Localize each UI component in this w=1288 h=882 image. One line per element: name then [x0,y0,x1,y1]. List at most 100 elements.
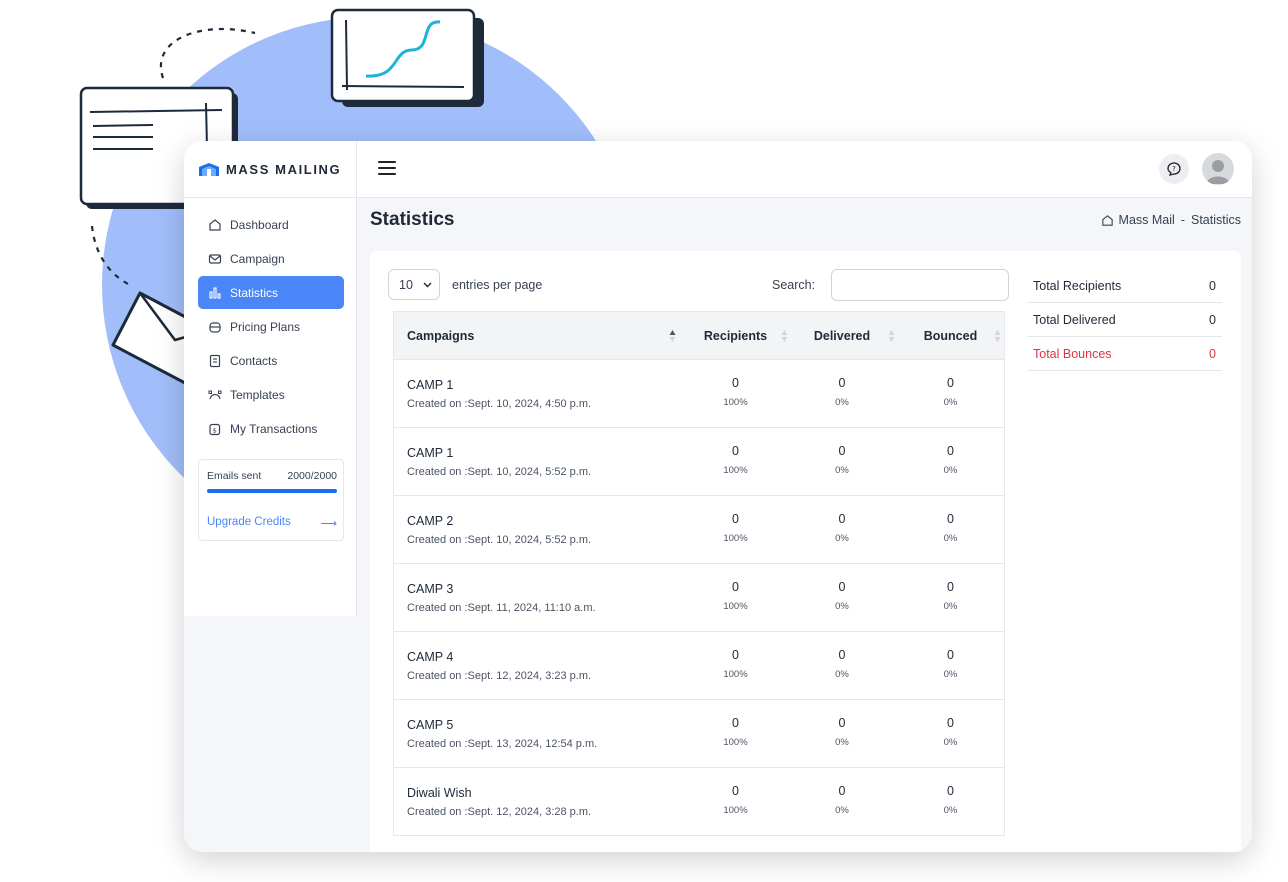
campaign-cell: CAMP 5 Created on :Sept. 13, 2024, 12:54 … [394,700,684,767]
delivered-percent: 0% [835,669,849,680]
total-bounces-row: Total Bounces 0 [1027,337,1222,371]
entries-label: entries per page [452,277,543,292]
app-window: MASS MAILING ? Dashboard Campaign Statis… [184,141,1252,852]
table-row[interactable]: CAMP 1 Created on :Sept. 10, 2024, 5:52 p… [394,428,1004,496]
delivered-cell: 0 0% [787,360,897,427]
home-icon [209,218,221,231]
total-recipients-label: Total Recipients [1033,278,1122,293]
delivered-cell: 0 0% [787,496,897,563]
breadcrumb-home[interactable]: Mass Mail [1119,213,1175,227]
delivered-percent: 0% [835,397,849,408]
table-body: CAMP 1 Created on :Sept. 10, 2024, 4:50 p… [394,360,1004,836]
table-row[interactable]: Diwali Wish Created on :Sept. 12, 2024, 3… [394,768,1004,836]
sidebar-item-contacts[interactable]: Contacts [198,344,344,377]
sidebar-item-campaign[interactable]: Campaign [198,242,344,275]
bounced-cell: 0 0% [897,564,1004,631]
sidebar: Dashboard Campaign Statistics Pricing Pl… [184,198,357,616]
credits-panel: Emails sent 2000/2000 Upgrade Credits ⟶ [198,459,344,541]
column-header-bounced[interactable]: Bounced [897,312,1004,360]
user-avatar[interactable] [1202,153,1234,185]
upgrade-credits-link[interactable]: Upgrade Credits ⟶ [207,516,337,530]
sidebar-item-statistics[interactable]: Statistics [198,276,344,309]
delivered-cell: 0 0% [787,700,897,767]
sidebar-item-dashboard[interactable]: Dashboard [198,208,344,241]
table-row[interactable]: CAMP 2 Created on :Sept. 10, 2024, 5:52 p… [394,496,1004,564]
recipients-cell: 0 100% [684,496,787,563]
sidebar-item-pricing-plans[interactable]: Pricing Plans [198,310,344,343]
column-header-recipients[interactable]: Recipients [684,312,788,360]
table-row[interactable]: CAMP 3 Created on :Sept. 11, 2024, 11:10 … [394,564,1004,632]
bounced-count: 0 [947,784,954,798]
topbar: MASS MAILING ? [184,141,1252,198]
bounced-percent: 0% [943,737,958,748]
page-size-value: 10 [399,277,413,292]
table-row[interactable]: CAMP 1 Created on :Sept. 10, 2024, 4:50 p… [394,360,1004,428]
svg-text:?: ? [1172,165,1176,173]
contacts-icon [209,354,221,367]
bounced-percent: 0% [943,805,958,816]
sidebar-item-templates[interactable]: Templates [198,378,344,411]
delivered-count: 0 [838,648,846,662]
emails-sent-label: Emails sent [207,470,262,482]
total-delivered-label: Total Delivered [1033,312,1116,327]
recipients-percent: 100% [723,465,748,476]
brand-logo[interactable]: MASS MAILING [184,141,357,198]
recipients-cell: 0 100% [684,360,787,427]
total-recipients-row: Total Recipients 0 [1027,269,1222,303]
sidebar-item-label: Statistics [230,285,279,300]
sidebar-item-my-transactions[interactable]: $ My Transactions [198,412,344,445]
campaign-cell: Diwali Wish Created on :Sept. 12, 2024, 3… [394,768,684,835]
help-icon: ? [1167,162,1181,176]
campaign-created-date: Created on :Sept. 12, 2024, 3:28 p.m. [407,806,592,818]
page-title: Statistics [370,209,455,230]
bounced-cell: 0 0% [897,360,1004,427]
table-row[interactable]: CAMP 5 Created on :Sept. 13, 2024, 12:54 … [394,700,1004,768]
campaign-cell: CAMP 1 Created on :Sept. 10, 2024, 5:52 p… [394,428,684,495]
delivered-cell: 0 0% [787,632,897,699]
home-icon[interactable] [1101,214,1114,227]
delivered-cell: 0 0% [787,768,897,835]
brand-name: MASS MAILING [226,162,342,177]
total-delivered-row: Total Delivered 0 [1027,303,1222,337]
emails-sent-value: 2000/2000 [287,470,337,482]
table-row[interactable]: CAMP 4 Created on :Sept. 12, 2024, 3:23 p… [394,632,1004,700]
page-size-select[interactable]: 10 [388,269,440,300]
search-input[interactable] [831,269,1009,301]
breadcrumb-current: Statistics [1190,213,1241,227]
campaign-created-date: Created on :Sept. 11, 2024, 11:10 a.m. [407,602,596,614]
column-header-delivered[interactable]: Delivered [787,312,897,360]
bounced-count: 0 [947,580,954,594]
delivered-cell: 0 0% [787,564,897,631]
campaign-name: CAMP 2 [407,514,454,528]
sidebar-item-label: My Transactions [230,421,318,436]
recipients-count: 0 [732,376,739,390]
recipients-percent: 100% [723,601,748,612]
recipients-cell: 0 100% [684,768,787,835]
recipients-count: 0 [732,580,739,594]
bounced-count: 0 [947,512,954,526]
menu-toggle-icon[interactable] [378,161,396,175]
recipients-percent: 100% [723,669,748,680]
delivered-percent: 0% [835,805,849,816]
delivered-count: 0 [838,784,846,798]
sort-icon [888,329,895,342]
bounced-cell: 0 0% [897,496,1004,563]
sidebar-item-label: Contacts [230,353,278,368]
delivered-percent: 0% [835,533,849,544]
recipients-cell: 0 100% [684,700,787,767]
sort-icon [994,329,1001,342]
delivered-count: 0 [838,376,846,390]
delivered-percent: 0% [835,737,849,748]
sidebar-item-label: Pricing Plans [230,319,301,334]
table-header: Campaigns Recipients Delivered Bounced [394,312,1004,360]
bounced-percent: 0% [943,601,958,612]
help-button[interactable]: ? [1159,154,1189,184]
column-header-campaigns[interactable]: Campaigns [394,312,684,360]
bounced-cell: 0 0% [897,768,1004,835]
recipients-count: 0 [732,648,739,662]
transactions-icon: $ [209,423,221,435]
campaign-cell: CAMP 2 Created on :Sept. 10, 2024, 5:52 p… [394,496,684,563]
bounced-percent: 0% [943,465,958,476]
credits-progress-bar [207,489,337,493]
campaign-created-date: Created on :Sept. 10, 2024, 4:50 p.m. [407,398,592,410]
